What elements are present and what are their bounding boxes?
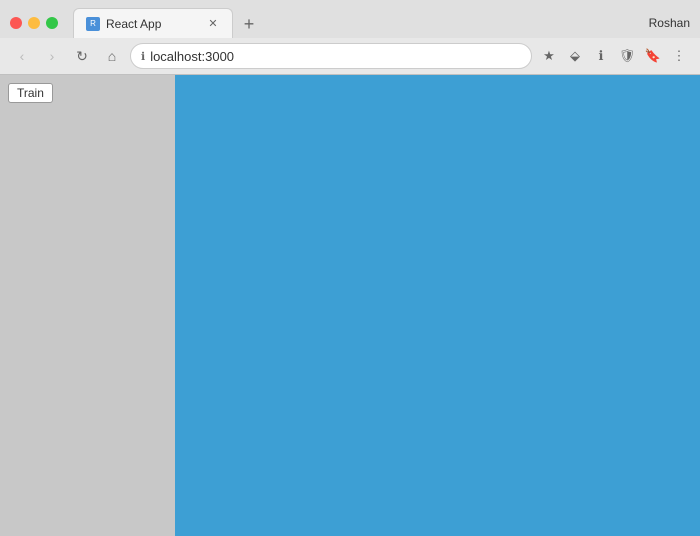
extension-button[interactable]: ⬙ xyxy=(564,45,586,67)
tab-title: React App xyxy=(106,17,200,31)
user-name: Roshan xyxy=(649,16,690,30)
nav-actions: ★ ⬙ ℹ 🛡 🔖 ⋮ xyxy=(538,45,690,67)
maximize-button[interactable] xyxy=(46,17,58,29)
bookmark-star-button[interactable]: ★ xyxy=(538,45,560,67)
window-controls xyxy=(10,17,58,29)
home-button[interactable]: ⌂ xyxy=(100,44,124,68)
info-button[interactable]: ℹ xyxy=(590,45,612,67)
tab-close-button[interactable]: ✕ xyxy=(206,17,220,31)
title-bar: R React App ✕ + Roshan xyxy=(0,0,700,38)
tab-favicon: R xyxy=(86,17,100,31)
address-bar[interactable]: ℹ localhost:3000 xyxy=(130,43,532,69)
close-button[interactable] xyxy=(10,17,22,29)
main-area xyxy=(175,75,700,536)
train-button[interactable]: Train xyxy=(8,83,53,103)
minimize-button[interactable] xyxy=(28,17,40,29)
sidebar: Train xyxy=(0,75,175,536)
pocket-button[interactable]: 🔖 xyxy=(642,45,664,67)
tab-bar: R React App ✕ + xyxy=(73,8,649,38)
shield-button[interactable]: 🛡 xyxy=(616,45,638,67)
address-info-icon: ℹ xyxy=(141,50,145,63)
active-tab[interactable]: R React App ✕ xyxy=(73,8,233,38)
menu-button[interactable]: ⋮ xyxy=(668,45,690,67)
browser-chrome: R React App ✕ + Roshan ‹ › ↻ ⌂ ℹ localho… xyxy=(0,0,700,75)
nav-bar: ‹ › ↻ ⌂ ℹ localhost:3000 ★ ⬙ ℹ 🛡 🔖 ⋮ xyxy=(0,38,700,74)
address-text: localhost:3000 xyxy=(150,49,521,64)
refresh-button[interactable]: ↻ xyxy=(70,44,94,68)
new-tab-button[interactable]: + xyxy=(235,10,263,38)
page-content: Train xyxy=(0,75,700,536)
back-button[interactable]: ‹ xyxy=(10,44,34,68)
forward-button[interactable]: › xyxy=(40,44,64,68)
